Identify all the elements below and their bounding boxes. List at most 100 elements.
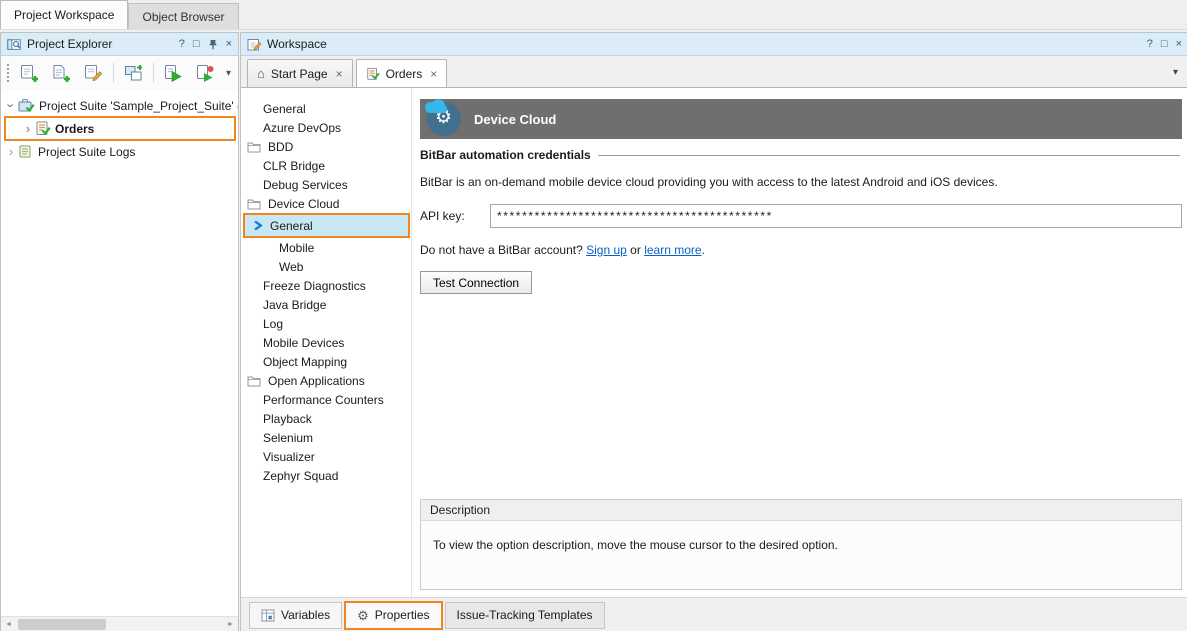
folder-icon xyxy=(247,375,261,387)
nav-item-device-cloud-web[interactable]: Web xyxy=(241,257,411,276)
api-key-input[interactable] xyxy=(490,204,1182,228)
home-icon: ⌂ xyxy=(257,67,265,80)
nav-item-log[interactable]: Log xyxy=(241,314,411,333)
tab-object-browser[interactable]: Object Browser xyxy=(128,3,238,29)
scroll-left-icon[interactable]: ◄ xyxy=(1,617,16,631)
banner-title: Device Cloud xyxy=(474,112,556,127)
tab-orders[interactable]: Orders × xyxy=(356,59,448,87)
nav-item-bdd[interactable]: BDD xyxy=(241,137,411,156)
pin-button[interactable] xyxy=(208,39,218,50)
gear-icon: ⚙ xyxy=(357,609,369,622)
tab-properties[interactable]: ⚙ Properties xyxy=(344,601,442,630)
nav-item-debug-services[interactable]: Debug Services xyxy=(241,175,411,194)
nav-item-playback[interactable]: Playback xyxy=(241,409,411,428)
project-explorer-header: Project Explorer ? □ × xyxy=(1,33,238,56)
project-explorer-toolbar: ▾ xyxy=(1,56,238,90)
nav-label: Mobile Devices xyxy=(263,336,344,350)
project-explorer-panel: Project Explorer ? □ × xyxy=(0,32,239,631)
project-tree: › Project Suite 'Sample_Project_Suite' (… xyxy=(1,90,238,616)
nav-label: Object Mapping xyxy=(263,355,347,369)
description-panel-title: Description xyxy=(421,500,1181,521)
tree-item-project-suite-logs[interactable]: › Project Suite Logs xyxy=(1,142,238,161)
help-button[interactable]: ? xyxy=(1147,39,1153,50)
add-project-button[interactable] xyxy=(49,61,74,86)
expand-arrow-icon[interactable]: › xyxy=(5,145,17,158)
nav-label: Performance Counters xyxy=(263,393,384,407)
project-explorer-icon xyxy=(7,38,21,51)
run-routine-button[interactable] xyxy=(193,61,218,86)
nav-label: General xyxy=(263,102,306,116)
tab-label: Issue-Tracking Templates xyxy=(457,608,593,622)
nav-label: Playback xyxy=(263,412,312,426)
period-text: . xyxy=(702,243,705,257)
nav-label: Log xyxy=(263,317,283,331)
tab-issue-tracking-templates[interactable]: Issue-Tracking Templates xyxy=(445,602,605,629)
nav-item-clr-bridge[interactable]: CLR Bridge xyxy=(241,156,411,175)
close-panel-button[interactable]: × xyxy=(1176,39,1182,50)
nav-label: Device Cloud xyxy=(268,197,339,211)
close-panel-button[interactable]: × xyxy=(226,39,232,50)
scrollbar-thumb[interactable] xyxy=(18,619,106,630)
organize-panels-button[interactable] xyxy=(121,61,146,86)
nav-item-device-cloud-general[interactable]: General xyxy=(243,213,410,238)
test-connection-button[interactable]: Test Connection xyxy=(420,271,532,294)
tab-start-page[interactable]: ⌂ Start Page × xyxy=(247,59,353,87)
nav-item-zephyr-squad[interactable]: Zephyr Squad xyxy=(241,466,411,485)
tab-list-dropdown-icon[interactable]: ▾ xyxy=(1173,67,1178,78)
scroll-right-icon[interactable]: ► xyxy=(223,617,238,631)
nav-item-freeze-diagnostics[interactable]: Freeze Diagnostics xyxy=(241,276,411,295)
help-button[interactable]: ? xyxy=(179,39,185,50)
nav-item-open-applications[interactable]: Open Applications xyxy=(241,371,411,390)
nav-item-azure-devops[interactable]: Azure DevOps xyxy=(241,118,411,137)
nav-item-device-cloud-mobile[interactable]: Mobile xyxy=(241,238,411,257)
nav-label: General xyxy=(270,219,313,233)
tree-item-orders[interactable]: › Orders xyxy=(4,116,236,141)
nav-label: Visualizer xyxy=(263,450,315,464)
float-window-button[interactable]: □ xyxy=(1161,39,1168,50)
sign-up-link[interactable]: Sign up xyxy=(586,243,627,257)
logs-icon xyxy=(18,144,34,159)
nav-item-object-mapping[interactable]: Object Mapping xyxy=(241,352,411,371)
close-tab-icon[interactable]: × xyxy=(336,67,343,81)
toolbar-overflow-button[interactable]: ▾ xyxy=(226,68,231,79)
nav-label: Freeze Diagnostics xyxy=(263,279,366,293)
workspace-body: General Azure DevOps BDD CLR Bridge Debu… xyxy=(241,87,1187,597)
nav-item-java-bridge[interactable]: Java Bridge xyxy=(241,295,411,314)
nav-item-general-root[interactable]: General xyxy=(241,99,411,118)
workspace-title: Workspace xyxy=(267,37,327,51)
nav-label: BDD xyxy=(268,140,293,154)
add-project-suite-button[interactable] xyxy=(17,61,42,86)
close-tab-icon[interactable]: × xyxy=(430,67,437,81)
edit-project-item-button[interactable] xyxy=(81,61,106,86)
tree-item-project-suite[interactable]: › Project Suite 'Sample_Project_Suite' (… xyxy=(1,96,238,115)
expand-arrow-icon[interactable]: › xyxy=(22,122,34,135)
nav-label: Azure DevOps xyxy=(263,121,341,135)
device-cloud-icon: ⚙ xyxy=(427,102,461,136)
cloud-icon xyxy=(424,99,448,114)
toolbar-grip-handle[interactable] xyxy=(6,63,10,83)
nav-label: Zephyr Squad xyxy=(263,469,338,483)
horizontal-scrollbar[interactable]: ◄ ► xyxy=(1,616,238,631)
project-icon xyxy=(35,121,51,136)
current-item-arrow-icon xyxy=(253,220,264,231)
description-panel-text: To view the option description, move the… xyxy=(421,521,1181,552)
account-prompt-text: Do not have a BitBar account? xyxy=(420,243,583,257)
bitbar-description-text: BitBar is an on-demand mobile device clo… xyxy=(420,175,1182,189)
tab-variables[interactable]: Variables xyxy=(249,602,342,629)
credentials-section-header: BitBar automation credentials xyxy=(420,148,1182,162)
api-key-row: API key: xyxy=(420,204,1182,228)
tab-project-workspace[interactable]: Project Workspace xyxy=(0,0,128,29)
nav-item-mobile-devices[interactable]: Mobile Devices xyxy=(241,333,411,352)
nav-item-performance-counters[interactable]: Performance Counters xyxy=(241,390,411,409)
tree-item-label: Orders xyxy=(55,122,94,136)
device-cloud-settings: ⚙ Device Cloud BitBar automation credent… xyxy=(412,88,1187,597)
run-test-button[interactable] xyxy=(161,61,186,86)
nav-item-device-cloud[interactable]: Device Cloud xyxy=(241,194,411,213)
learn-more-link[interactable]: learn more xyxy=(644,243,701,257)
collapse-arrow-icon[interactable]: › xyxy=(5,100,18,112)
section-title: BitBar automation credentials xyxy=(420,148,591,162)
orders-document-icon xyxy=(366,67,380,81)
nav-item-visualizer[interactable]: Visualizer xyxy=(241,447,411,466)
float-window-button[interactable]: □ xyxy=(193,39,200,50)
nav-item-selenium[interactable]: Selenium xyxy=(241,428,411,447)
